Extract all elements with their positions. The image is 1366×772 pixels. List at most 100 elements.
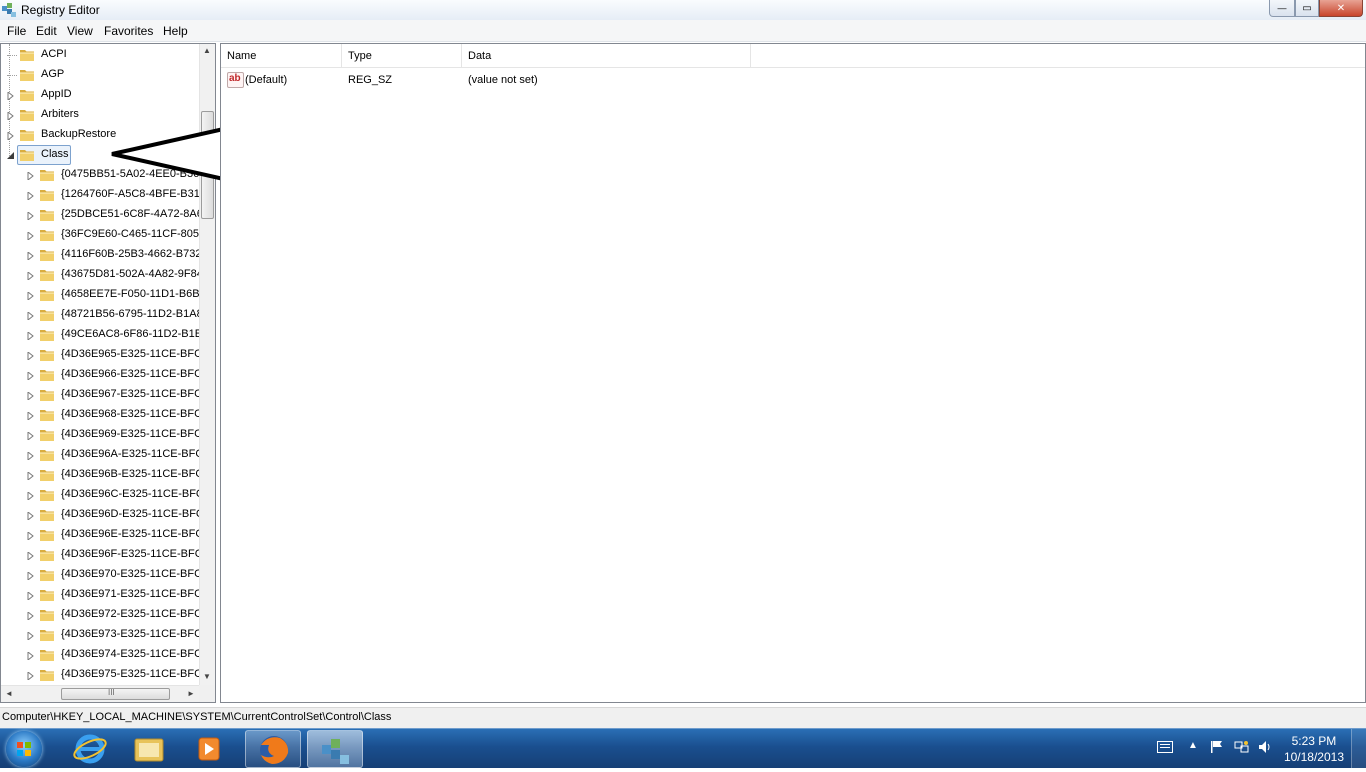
menu-edit[interactable]: Edit [36,24,57,38]
tree-item-class-child[interactable]: {48721B56-6795-11D2-B1A8 [1,305,203,325]
show-hidden-icons[interactable]: ▲ [1188,740,1198,751]
collapsed-arrow-icon[interactable] [27,350,35,362]
collapsed-arrow-icon[interactable] [27,630,35,642]
collapsed-arrow-icon[interactable] [27,190,35,202]
collapsed-arrow-icon[interactable] [7,110,15,122]
collapsed-arrow-icon[interactable] [27,530,35,542]
start-orb-icon[interactable] [6,731,42,767]
column-header-data[interactable]: Data [462,44,751,67]
collapsed-arrow-icon[interactable] [7,130,15,142]
close-button[interactable]: ✕ [1319,0,1363,17]
collapsed-arrow-icon[interactable] [27,330,35,342]
tree-item-class-child[interactable]: {4D36E96D-E325-11CE-BFC1 [1,505,210,525]
taskbar-internet-explorer[interactable] [62,730,118,768]
folder-icon [39,548,55,562]
collapsed-arrow-icon[interactable] [27,290,35,302]
tree-item-class-child[interactable]: {4D36E96B-E325-11CE-BFC1 [1,465,209,485]
tree-item-acpi[interactable]: ACPI [1,45,199,65]
menu-view[interactable]: View [67,24,93,38]
tree-item-class-child[interactable]: {4D36E974-E325-11CE-BFC1 [1,645,208,665]
tree-item-class-child[interactable]: {43675D81-502A-4A82-9F84 [1,265,203,285]
scroll-right-arrow-icon[interactable]: ► [187,689,195,698]
tree-item-class-child[interactable]: {4D36E970-E325-11CE-BFC1 [1,565,208,585]
tree-item-class-child[interactable]: {4D36E968-E325-11CE-BFC1 [1,405,208,425]
collapsed-arrow-icon[interactable] [27,210,35,222]
folder-icon [19,88,35,102]
folder-icon [39,368,55,382]
tree-item-label: {4D36E972-E325-11CE-BFC1 [61,608,209,620]
volume-icon[interactable] [1258,740,1272,754]
menu-file[interactable]: File [7,24,26,38]
maximize-button[interactable]: ▭ [1295,0,1319,17]
scroll-up-arrow-icon[interactable]: ▲ [203,46,211,55]
collapsed-arrow-icon[interactable] [27,510,35,522]
column-header-name[interactable]: Name [221,44,342,67]
tree-item-class-child[interactable]: {4D36E965-E325-11CE-BFC1 [1,345,208,365]
collapsed-arrow-icon[interactable] [27,310,35,322]
tree-item-label: {36FC9E60-C465-11CF-8056 [61,228,206,240]
tree-item-class-child[interactable]: {4D36E975-E325-11CE-BFC1 [1,665,208,685]
collapsed-arrow-icon[interactable] [27,570,35,582]
collapsed-arrow-icon[interactable] [27,430,35,442]
tree-item-class-child[interactable]: {4D36E96C-E325-11CE-BFC1 [1,485,210,505]
tree-item-class-child[interactable]: {4D36E971-E325-11CE-BFC1 [1,585,208,605]
scroll-down-arrow-icon[interactable]: ▼ [203,672,211,681]
action-center-flag-icon[interactable] [1210,740,1224,754]
taskbar-windows-explorer[interactable] [121,730,177,768]
collapsed-arrow-icon[interactable] [27,470,35,482]
keyboard-icon[interactable] [1157,741,1173,753]
collapsed-arrow-icon[interactable] [27,670,35,682]
collapsed-arrow-icon[interactable] [27,230,35,242]
taskbar-firefox[interactable] [245,730,301,768]
tree-item-class-child[interactable]: {4D36E966-E325-11CE-BFC1 [1,365,208,385]
tree-item-label: ACPI [41,48,67,60]
tree-item-class-child[interactable]: {4D36E969-E325-11CE-BFC1 [1,425,208,445]
tree-item-label: {25DBCE51-6C8F-4A72-8A6D [61,208,211,220]
tree-item-class-child[interactable]: {49CE6AC8-6F86-11D2-B1E5 [1,325,208,345]
collapsed-arrow-icon[interactable] [27,610,35,622]
collapsed-arrow-icon[interactable] [27,650,35,662]
collapsed-arrow-icon[interactable] [27,390,35,402]
show-desktop-button[interactable] [1351,729,1366,768]
collapsed-arrow-icon[interactable] [27,370,35,382]
scroll-left-arrow-icon[interactable]: ◄ [5,689,13,698]
tree-item-class-child[interactable]: {4D36E967-E325-11CE-BFC1 [1,385,208,405]
values-list[interactable]: Name Type Data ab (Default) REG_SZ (valu… [220,43,1366,703]
tree-item-class-child[interactable]: {25DBCE51-6C8F-4A72-8A6D [1,205,211,225]
menu-help[interactable]: Help [163,24,188,38]
taskbar-registry-editor[interactable] [307,730,363,768]
collapsed-arrow-icon[interactable] [27,490,35,502]
tree-item-appid[interactable]: AppID [1,85,199,105]
collapsed-arrow-icon[interactable] [7,90,15,102]
tree-item-agp[interactable]: AGP [1,65,199,85]
expanded-arrow-icon[interactable] [7,151,15,159]
network-icon[interactable] [1234,740,1250,754]
collapsed-arrow-icon[interactable] [27,550,35,562]
collapsed-arrow-icon[interactable] [27,410,35,422]
column-header-type[interactable]: Type [342,44,462,67]
tree-horizontal-scrollbar[interactable]: ◄ III ► [1,685,199,702]
tree-item-class-child[interactable]: {4D36E96E-E325-11CE-BFC1 [1,525,209,545]
taskbar-media-player[interactable] [180,730,236,768]
tree-item-class-child[interactable]: {4116F60B-25B3-4662-B732- [1,245,205,265]
collapsed-arrow-icon[interactable] [27,270,35,282]
title-bar[interactable]: Registry Editor — ▭ ✕ [0,0,1366,20]
tree-horizontal-scroll-thumb[interactable]: III [61,688,170,700]
collapsed-arrow-icon[interactable] [27,590,35,602]
collapsed-arrow-icon[interactable] [27,450,35,462]
tree-item-class-child[interactable]: {1264760F-A5C8-4BFE-B314 [1,185,206,205]
minimize-button[interactable]: — [1269,0,1295,17]
folder-icon [39,588,55,602]
collapsed-arrow-icon[interactable] [27,250,35,262]
tree-item-class-child[interactable]: {36FC9E60-C465-11CF-8056 [1,225,205,245]
collapsed-arrow-icon[interactable] [27,170,35,182]
clock[interactable]: 5:23 PM 10/18/2013 [1284,733,1344,765]
tree-item-arbiters[interactable]: Arbiters [1,105,199,125]
tree-item-class-child[interactable]: {4D36E96F-E325-11CE-BFC1 [1,545,209,565]
tree-item-class-child[interactable]: {4D36E973-E325-11CE-BFC1 [1,625,208,645]
menu-favorites[interactable]: Favorites [104,24,153,38]
folder-icon [19,108,35,122]
tree-item-class-child[interactable]: {4658EE7E-F050-11D1-B6BD [1,285,208,305]
tree-item-class-child[interactable]: {4D36E972-E325-11CE-BFC1 [1,605,208,625]
tree-item-class-child[interactable]: {4D36E96A-E325-11CE-BFC1 [1,445,209,465]
